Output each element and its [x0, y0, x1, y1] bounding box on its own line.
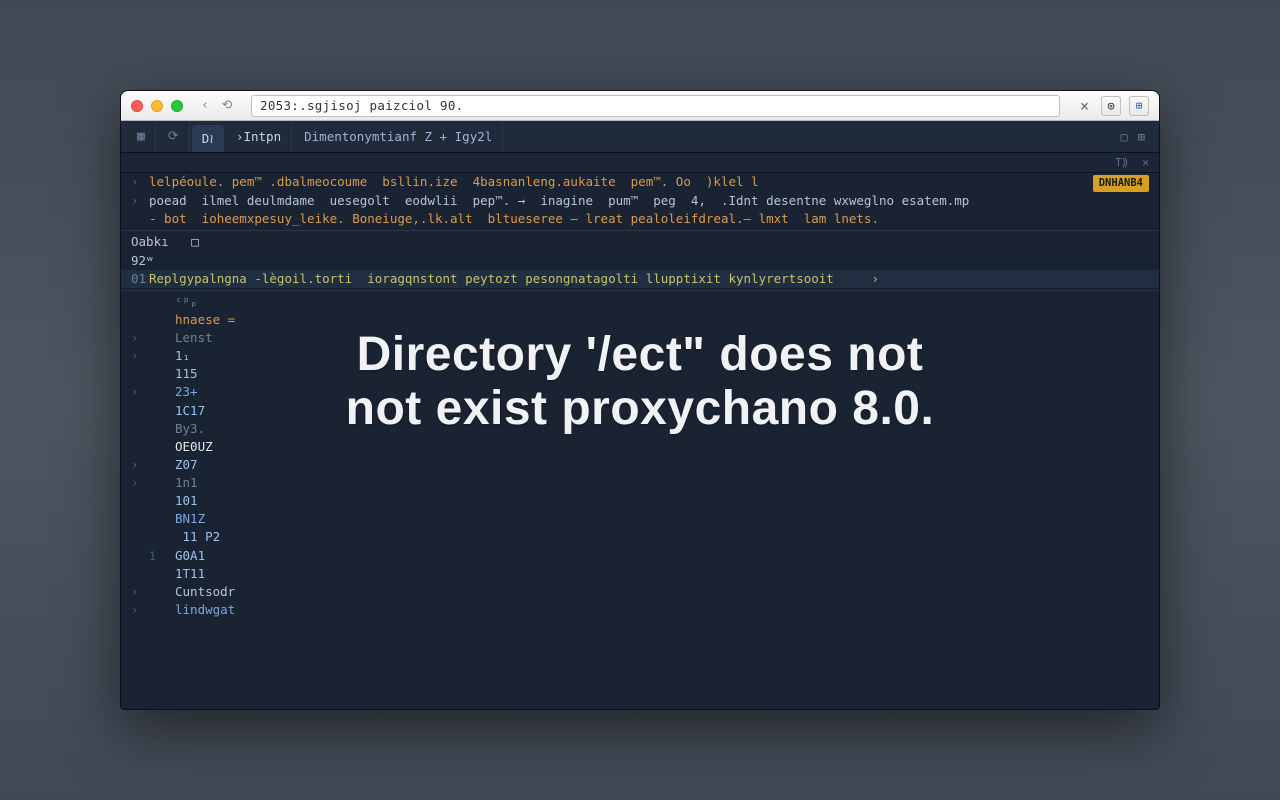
- tabstrip-icon-refresh[interactable]: ⟳: [158, 121, 190, 152]
- terminal-line: › Z07: [121, 456, 1159, 474]
- tab-active[interactable]: D≀: [192, 125, 224, 152]
- zoom-dot[interactable]: [171, 100, 183, 112]
- terminal-line: - bot ioheemxpesuy_leike. Boneiuge,.lk.a…: [121, 210, 1159, 228]
- terminal-header-line: Oabkı □: [121, 233, 1159, 251]
- terminal-line: BN1Z: [121, 510, 1159, 528]
- terminal-line: › Lenst: [121, 329, 1159, 347]
- terminal-line: OE0UZ: [121, 438, 1159, 456]
- terminal-line: ᶜᵖₚ: [121, 293, 1159, 311]
- terminal-line: › Cuntsodr: [121, 583, 1159, 601]
- terminal-line: 1G0A1: [121, 547, 1159, 565]
- panel-icon[interactable]: ▢: [1121, 130, 1128, 144]
- tab-intpn-label: Intpn: [243, 129, 281, 144]
- tab-dimentonymtianf[interactable]: Dimentonymtianf Z + Igy2l: [294, 121, 503, 152]
- close-dot[interactable]: [131, 100, 143, 112]
- terminal-header-line: 92ʷ: [121, 252, 1159, 270]
- tabstrip: ▦ ⟳ D≀ › Intpn Dimentonymtianf Z + Igy2l…: [121, 121, 1159, 153]
- terminal-line: › 1n1: [121, 474, 1159, 492]
- reload-icon[interactable]: ⟲: [219, 98, 235, 114]
- terminal-line: 101: [121, 492, 1159, 510]
- clear-address-icon[interactable]: ×: [1076, 97, 1093, 115]
- tabstrip-right: ▢ ⊞: [1113, 121, 1153, 152]
- terminal-line: › 23+: [121, 383, 1159, 401]
- tab-intpn[interactable]: › Intpn: [226, 121, 292, 152]
- terminal-line: › lindwgat: [121, 601, 1159, 619]
- titlebar-right: × ◎ ⊞: [1076, 96, 1149, 116]
- address-bar[interactable]: 2053:.sgjisoj paizciol 90.: [251, 95, 1060, 117]
- extension-icon-2[interactable]: ⊞: [1129, 96, 1149, 116]
- traffic-lights: [131, 100, 183, 112]
- layout-icon[interactable]: ⊞: [1138, 130, 1145, 144]
- terminal-line: 1C17: [121, 402, 1159, 420]
- nav-icons: ‹ ⟲: [197, 98, 235, 114]
- terminal-line: By3.: [121, 420, 1159, 438]
- terminal-body[interactable]: ›lelpéoule. pem™ .dbalmeocoume bsllin.iz…: [121, 173, 1159, 709]
- app-window: ‹ ⟲ 2053:.sgjisoj paizciol 90. × ◎ ⊞ ▦ ⟳…: [120, 90, 1160, 710]
- sub-tabstrip: T⟫ ✕: [121, 153, 1159, 173]
- terminal-line: 1T11: [121, 565, 1159, 583]
- extension-icon-1[interactable]: ◎: [1101, 96, 1121, 116]
- terminal-line: 115: [121, 365, 1159, 383]
- terminal-line: › 1₁: [121, 347, 1159, 365]
- terminal-line: hnaese =: [121, 311, 1159, 329]
- sub-tab-action[interactable]: T⟫: [1115, 156, 1128, 169]
- sub-tab-close-icon[interactable]: ✕: [1142, 156, 1149, 169]
- terminal-line: ›poead ilmel deulmdame uesegolt eodwlii …: [121, 192, 1159, 210]
- tabstrip-icon-grid[interactable]: ▦: [127, 121, 156, 152]
- titlebar: ‹ ⟲ 2053:.sgjisoj paizciol 90. × ◎ ⊞: [121, 91, 1159, 121]
- terminal-line: 11 P2: [121, 528, 1159, 546]
- address-text: 2053:.sgjisoj paizciol 90.: [260, 98, 463, 113]
- terminal-line: ›lelpéoule. pem™ .dbalmeocoume bsllin.iz…: [121, 173, 1159, 192]
- back-icon[interactable]: ‹: [197, 98, 213, 114]
- status-badge: DNHANB4: [1093, 175, 1149, 192]
- terminal-line-active: 01Replgypalngna -lègoil.torti ioragqnsto…: [121, 270, 1159, 288]
- minimize-dot[interactable]: [151, 100, 163, 112]
